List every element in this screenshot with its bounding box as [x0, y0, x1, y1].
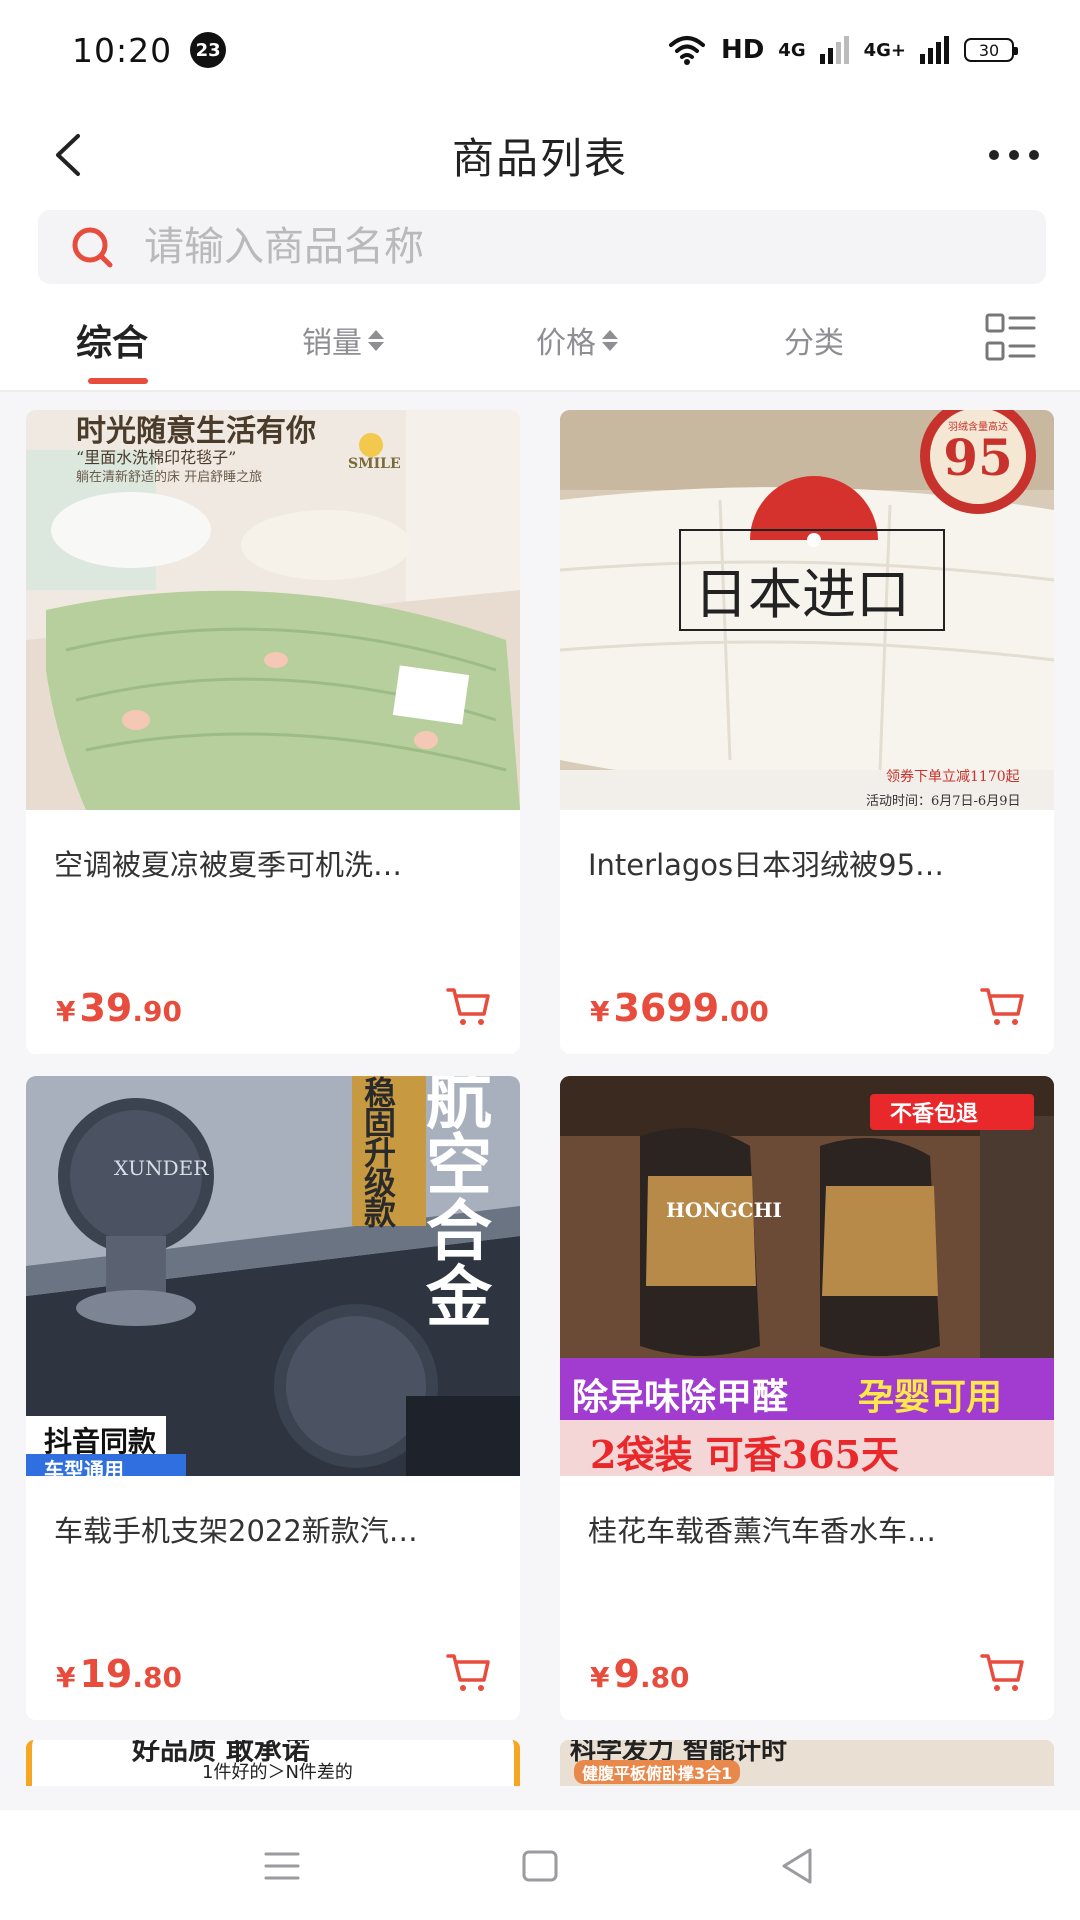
search-box[interactable]: [38, 210, 1046, 284]
product-card[interactable]: HONGCHI 不香包退 除异味除甲醛 孕婴可用 2袋装 可香365天 桂花车载…: [560, 1076, 1054, 1720]
tab-price[interactable]: 价格: [536, 318, 618, 362]
sort-arrows-icon: [602, 329, 618, 351]
filter-tabs: 综合 销量 价格 分类: [0, 296, 1080, 392]
image-caption-3: 躺在清新舒适的床 开启舒睡之旅: [76, 470, 263, 485]
image-caption-5: XUNDER: [114, 1156, 209, 1180]
search-bar: [0, 210, 1080, 296]
notification-badge: 23: [190, 32, 227, 68]
back-triangle-icon[interactable]: [774, 1842, 822, 1890]
price-symbol: ¥: [56, 1661, 76, 1694]
image-caption-5: HONGCHI: [666, 1198, 782, 1222]
sort-arrows-icon: [368, 329, 384, 351]
product-price: ¥ 39 .90: [56, 986, 182, 1030]
chevron-left-icon[interactable]: [42, 128, 96, 182]
status-bar: 10:20 23 HD 4G 4G+ 30: [0, 0, 1080, 100]
price-symbol: ¥: [590, 995, 610, 1028]
product-card-partial[interactable]: 科学发力 智能计时 健腹平板俯卧撑3合1: [560, 1740, 1054, 1786]
image-caption-4: 2袋装 可香365天: [590, 1432, 899, 1476]
price-decimal: .80: [639, 1661, 690, 1694]
signal-icon-2: [920, 36, 949, 64]
peek-caption-2: 1件好的＞N件差的: [202, 1762, 353, 1783]
image-caption-1: 航空合金: [426, 1076, 492, 1336]
product-image[interactable]: HONGCHI 不香包退 除异味除甲醛 孕婴可用 2袋装 可香365天: [560, 1076, 1054, 1476]
image-caption-1: 不香包退: [890, 1101, 979, 1127]
header: 商品列表: [0, 100, 1080, 210]
image-caption-5: 活动时间：6月7日-6月9日: [866, 794, 1021, 809]
image-caption-4: SMILE: [348, 456, 401, 472]
price-symbol: ¥: [56, 995, 76, 1028]
price-decimal: .80: [132, 1661, 182, 1694]
wifi-icon: [668, 36, 705, 65]
battery-icon: 30: [964, 38, 1018, 62]
product-price: ¥ 9 .80: [590, 1652, 690, 1696]
status-time: 10:20: [72, 30, 173, 70]
signal-label-2: 4G+: [863, 39, 906, 61]
image-caption-2: 除异味除甲醛: [572, 1376, 789, 1418]
more-dots-icon[interactable]: [984, 128, 1044, 182]
product-card[interactable]: 时光随意生活有你 “里面水洗棉印花毯子” 躺在清新舒适的床 开启舒睡之旅 SMI…: [26, 410, 520, 1054]
tab-category[interactable]: 分类: [784, 318, 844, 362]
product-image[interactable]: 日本进口 羽绒含量高达 95 领券下单立减1170起 活动时间：6月7日-6月9…: [560, 410, 1054, 810]
grid-list-toggle-icon[interactable]: [984, 312, 1036, 364]
image-caption-4: 车型通用: [44, 1458, 124, 1476]
signal-label-1: 4G: [778, 39, 806, 61]
page-title: 商品列表: [451, 133, 628, 183]
cart-icon[interactable]: [978, 1648, 1026, 1696]
active-tab-indicator: [88, 378, 148, 384]
product-name[interactable]: Interlagos日本羽绒被95…: [588, 842, 1028, 884]
product-list-screen: 10:20 23 HD 4G 4G+ 30 商品列表 请输入商品名称 综合 销量…: [0, 0, 1080, 1920]
product-name[interactable]: 车载手机支架2022新款汽…: [54, 1508, 494, 1550]
search-input[interactable]: [144, 224, 964, 270]
product-price: ¥ 3699 .00: [590, 986, 769, 1030]
image-caption-2: 稳固升级款: [364, 1076, 397, 1232]
price-integer: 9: [613, 1652, 640, 1696]
cart-icon[interactable]: [978, 982, 1026, 1030]
product-price: ¥ 19 .80: [56, 1652, 182, 1696]
product-card[interactable]: 日本进口 羽绒含量高达 95 领券下单立减1170起 活动时间：6月7日-6月9…: [560, 410, 1054, 1054]
price-integer: 19: [79, 1652, 133, 1696]
price-decimal: .00: [719, 995, 769, 1028]
search-icon: [72, 227, 113, 268]
cart-icon[interactable]: [444, 982, 492, 1030]
image-caption-3: 孕婴可用: [858, 1376, 1003, 1418]
price-decimal: .90: [132, 995, 182, 1028]
tab-comprehensive[interactable]: 综合: [76, 314, 148, 366]
image-caption-1: 日本进口: [694, 563, 910, 626]
price-symbol: ¥: [590, 1661, 610, 1694]
image-caption-2: 95: [943, 428, 1013, 487]
product-image[interactable]: 时光随意生活有你 “里面水洗棉印花毯子” 躺在清新舒适的床 开启舒睡之旅 SMI…: [26, 410, 520, 810]
image-caption-4: 领券下单立减1170起: [886, 769, 1020, 785]
tab-sales-label: 销量: [302, 326, 362, 361]
menu-icon[interactable]: [258, 1842, 306, 1890]
tab-price-label: 价格: [536, 326, 596, 361]
product-image[interactable]: XUNDER 航空合金 稳固升级款 抖音同款 车型通用: [26, 1076, 520, 1476]
product-card-partial[interactable]: 好品质 敢承诺 1件好的＞N件差的: [26, 1740, 520, 1786]
hd-label: HD: [720, 35, 765, 65]
price-integer: 39: [79, 986, 133, 1030]
signal-icon: [819, 36, 849, 64]
status-indicators: HD 4G 4G+ 30: [667, 35, 1018, 65]
home-square-icon[interactable]: [516, 1842, 564, 1890]
peek-caption-2: 健腹平板俯卧撑3合1: [574, 1760, 741, 1784]
product-name[interactable]: 桂花车载香薰汽车香水车…: [588, 1508, 1028, 1550]
price-integer: 3699: [613, 986, 720, 1030]
cart-icon[interactable]: [444, 1648, 492, 1696]
product-name[interactable]: 空调被夏凉被夏季可机洗…: [54, 842, 494, 884]
product-card[interactable]: XUNDER 航空合金 稳固升级款 抖音同款 车型通用 车载手机支架2022新款…: [26, 1076, 520, 1720]
system-nav-bar: [0, 1810, 1080, 1920]
tab-sales[interactable]: 销量: [302, 318, 384, 362]
image-caption-2: “里面水洗棉印花毯子”: [76, 448, 237, 467]
